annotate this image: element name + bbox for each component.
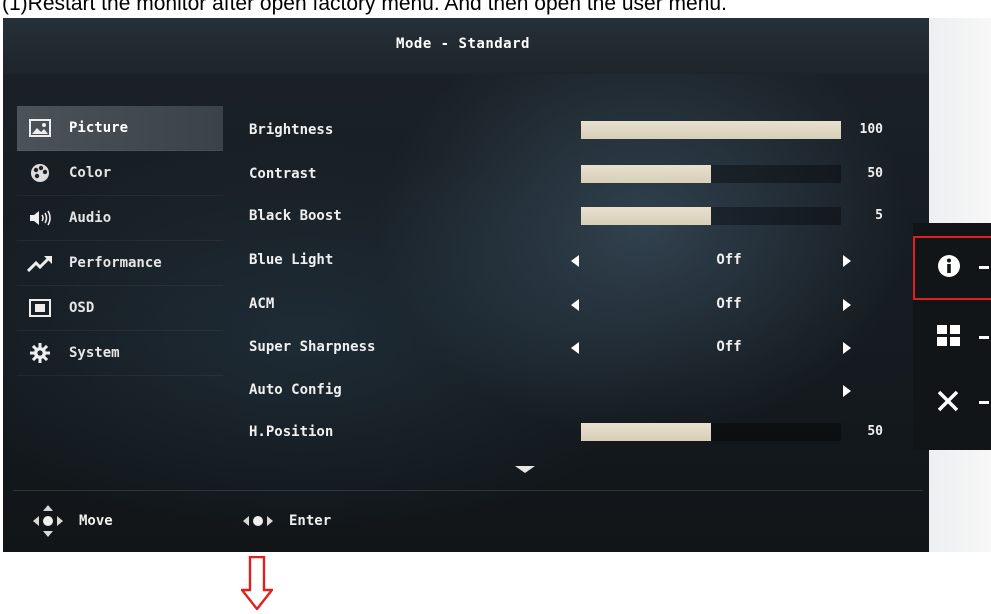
sidebar-item-label: Performance: [69, 255, 162, 271]
setting-row-blue-light[interactable]: Blue Light Off: [249, 246, 889, 276]
sidebar-item-label: Audio: [69, 210, 112, 226]
sidebar-item-color[interactable]: Color: [17, 151, 223, 196]
sidebar-item-label: OSD: [69, 300, 95, 316]
setting-label: Auto Config: [249, 382, 342, 398]
hotkey-dash: [979, 401, 989, 404]
brightness-slider[interactable]: [581, 121, 841, 139]
arrow-right-icon[interactable]: [843, 385, 851, 397]
sidebar-item-performance[interactable]: Performance: [17, 241, 223, 286]
arrow-right-icon[interactable]: [843, 299, 851, 311]
osd-header: Mode - Standard: [3, 18, 929, 74]
slider-fill: [581, 423, 711, 441]
hotkey-close[interactable]: [913, 373, 991, 433]
footer-enter-hint: Enter: [243, 504, 331, 538]
setting-label: Super Sharpness: [249, 339, 376, 355]
sidebar-item-audio[interactable]: Audio: [17, 196, 223, 241]
setting-label: Contrast: [249, 166, 317, 182]
osd-menu: Mode - Standard Picture Color Audio Perf…: [3, 18, 929, 552]
setting-row-h-position[interactable]: H.Position 50: [249, 418, 889, 448]
black-boost-slider[interactable]: [581, 207, 841, 225]
enter-label: Enter: [289, 513, 332, 529]
setting-row-brightness[interactable]: Brightness 100: [249, 116, 889, 146]
arrow-right-icon[interactable]: [843, 255, 851, 267]
arrow-right-icon[interactable]: [843, 342, 851, 354]
instruction-caption: (1)Restart the monitor after open factor…: [2, 0, 727, 15]
setting-label: H.Position: [249, 424, 334, 440]
footer-move-hint: Move: [33, 504, 113, 538]
arrow-left-icon[interactable]: [571, 255, 579, 267]
hotkey-menu[interactable]: [913, 308, 991, 368]
setting-label: Blue Light: [249, 252, 334, 268]
osd-screen-icon: [27, 298, 53, 318]
setting-value: 50: [867, 424, 883, 439]
slider-fill: [581, 207, 711, 225]
setting-row-super-sharpness[interactable]: Super Sharpness Off: [249, 333, 889, 363]
sidebar-item-label: Color: [69, 165, 112, 181]
sidebar-item-osd[interactable]: OSD: [17, 286, 223, 331]
picture-icon: [27, 118, 53, 138]
setting-value: 50: [867, 166, 883, 181]
slider-fill: [581, 165, 711, 183]
sidebar-item-picture[interactable]: Picture: [17, 106, 223, 151]
option-value: Off: [716, 296, 742, 312]
h-position-slider[interactable]: [581, 423, 841, 441]
sidebar-item-label: System: [69, 345, 120, 361]
scroll-down-icon[interactable]: [515, 466, 535, 473]
arrow-left-icon[interactable]: [571, 342, 579, 354]
monitor-photo: Mode - Standard Picture Color Audio Perf…: [3, 18, 991, 552]
setting-value: 5: [875, 208, 883, 223]
close-icon: [937, 390, 959, 416]
next-step-arrow-icon: [239, 555, 275, 614]
mode-title: Mode - Standard: [396, 36, 530, 52]
arrow-left-icon[interactable]: [571, 299, 579, 311]
setting-row-acm[interactable]: ACM Off: [249, 290, 889, 320]
setting-row-auto-config[interactable]: Auto Config: [249, 376, 889, 406]
osd-sidebar: Picture Color Audio Performance OSD Syst…: [17, 106, 223, 376]
setting-label: Black Boost: [249, 208, 342, 224]
dpad-enter-icon: [243, 505, 273, 537]
option-value: Off: [716, 339, 742, 355]
setting-row-black-boost[interactable]: Black Boost 5: [249, 202, 889, 232]
sidebar-item-label: Picture: [69, 120, 129, 136]
sidebar-item-system[interactable]: System: [17, 331, 223, 376]
palette-icon: [27, 163, 53, 183]
speaker-icon: [27, 208, 53, 228]
slider-fill: [581, 121, 841, 139]
setting-row-contrast[interactable]: Contrast 50: [249, 160, 889, 190]
footer-divider: [13, 490, 923, 491]
setting-label: Brightness: [249, 122, 334, 138]
grid-menu-icon: [937, 325, 961, 351]
trend-arrow-icon: [27, 253, 53, 273]
dpad-icon: [33, 505, 63, 537]
option-value: Off: [716, 252, 742, 268]
gear-icon: [27, 343, 53, 363]
setting-label: ACM: [249, 296, 275, 312]
hotkey-dash: [979, 336, 989, 339]
move-label: Move: [79, 513, 113, 529]
setting-value: 100: [859, 122, 883, 137]
info-hotkey-highlight-box: [913, 236, 991, 300]
contrast-slider[interactable]: [581, 165, 841, 183]
